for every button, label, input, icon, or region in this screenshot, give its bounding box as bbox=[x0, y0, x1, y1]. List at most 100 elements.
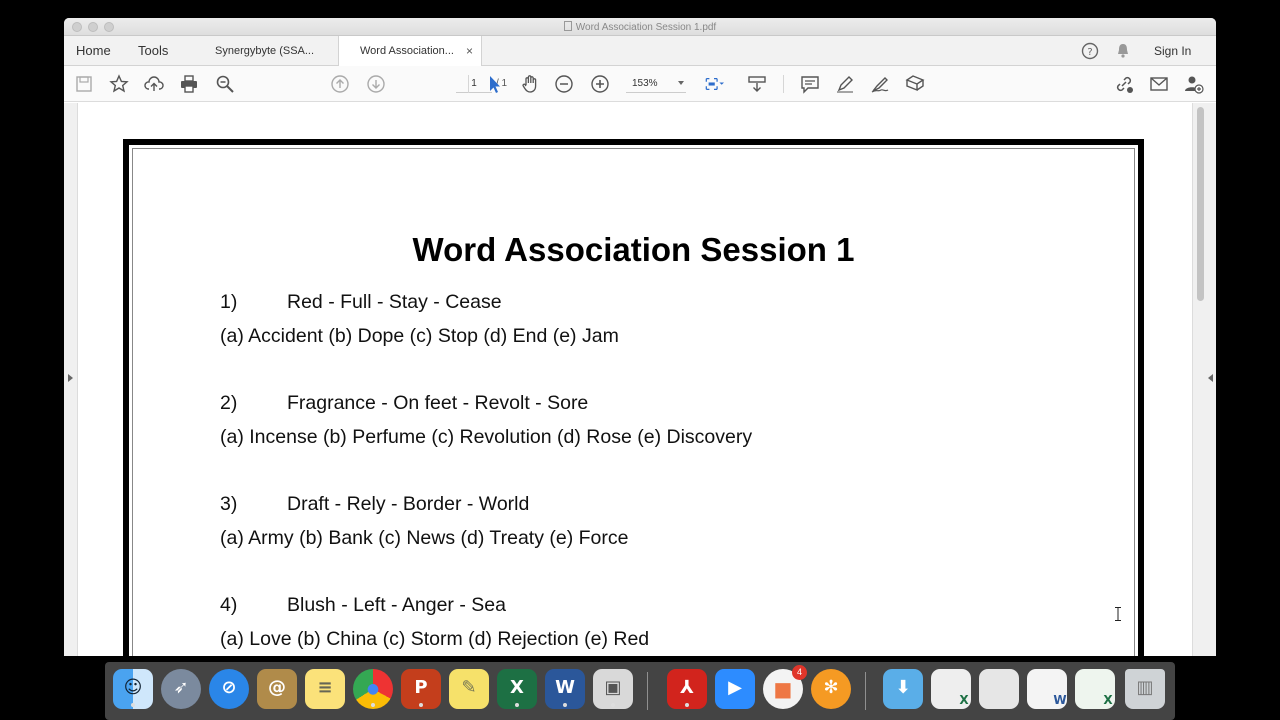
question-3-options: (a) Army (b) Bank (c) News (d) Treaty (e… bbox=[220, 527, 629, 549]
zoom-icon[interactable]: ▶ bbox=[715, 669, 755, 709]
word-doc-icon[interactable]: W bbox=[1027, 669, 1067, 709]
running-indicator bbox=[685, 703, 689, 707]
email-icon[interactable] bbox=[1149, 74, 1169, 94]
add-user-icon[interactable] bbox=[1184, 74, 1204, 94]
running-indicator bbox=[419, 703, 423, 707]
page-down-icon[interactable] bbox=[366, 74, 386, 94]
share-link-icon[interactable] bbox=[1114, 74, 1134, 94]
chevron-down-icon bbox=[678, 81, 684, 85]
page-area[interactable]: Word Association Session 1 1) Red - Full … bbox=[78, 103, 1192, 656]
scroll-mode-icon[interactable] bbox=[747, 74, 767, 94]
question-3-words: 3) Draft - Rely - Border - World bbox=[220, 493, 529, 516]
tab-document-synergybyte[interactable]: Synergybyte (SSA... bbox=[206, 36, 338, 66]
save-icon[interactable] bbox=[74, 74, 94, 94]
pdf-file-icon bbox=[563, 21, 572, 31]
question-4-words: 4) Blush - Left - Anger - Sea bbox=[220, 594, 506, 617]
safari-icon[interactable]: ⊘ bbox=[209, 669, 249, 709]
preview-icon[interactable]: ▣ bbox=[593, 669, 633, 709]
photos-flower-icon[interactable]: ✻ bbox=[811, 669, 851, 709]
question-words: Draft - Rely - Border - World bbox=[287, 493, 530, 515]
zoom-level-select[interactable]: 153% bbox=[626, 75, 686, 93]
acrobat-icon[interactable]: ⅄ bbox=[667, 669, 707, 709]
word-icon[interactable]: W bbox=[545, 669, 585, 709]
question-4-options: (a) Love (b) China (c) Storm (d) Rejecti… bbox=[220, 628, 650, 650]
finder-icon[interactable]: ☺ bbox=[113, 669, 153, 709]
dock: ☺ ➶ ⊘ @ ≡ ● P ✎ X W ▣ ⅄ ▶ ■ 4 ✻ ⬇ X W X ▥ bbox=[105, 662, 1175, 720]
question-1-options: (a) Accident (b) Dope (c) Stop (d) End (… bbox=[220, 325, 619, 347]
fit-page-icon[interactable] bbox=[704, 74, 730, 94]
title-bar: Word Association Session 1.pdf bbox=[64, 18, 1216, 36]
scrollbar-thumb[interactable] bbox=[1197, 107, 1204, 301]
text-cursor-icon bbox=[1115, 607, 1121, 621]
tab-document-word-association[interactable]: Word Association... × bbox=[338, 36, 482, 67]
zoom-level-value: 153% bbox=[632, 78, 658, 89]
tab-tools[interactable]: Tools bbox=[138, 43, 168, 58]
question-2-options: (a) Incense (b) Perfume (c) Revolution (… bbox=[220, 426, 753, 448]
window-title-text: Word Association Session 1.pdf bbox=[575, 22, 717, 33]
powerpoint-icon[interactable]: P bbox=[401, 669, 441, 709]
chrome-icon[interactable]: ● bbox=[353, 669, 393, 709]
dock-divider bbox=[647, 672, 648, 710]
running-indicator bbox=[515, 703, 519, 707]
bookmark-star-icon[interactable] bbox=[109, 74, 129, 94]
downloads-folder-icon[interactable]: ⬇ bbox=[883, 669, 923, 709]
toolbar-divider bbox=[783, 75, 784, 93]
dock-divider bbox=[865, 672, 866, 710]
sign-icon[interactable] bbox=[870, 74, 890, 94]
left-panel-toggle[interactable] bbox=[64, 103, 78, 656]
acrobat-window: Word Association Session 1.pdf Home Tool… bbox=[64, 18, 1216, 656]
notes-icon[interactable]: ≡ bbox=[305, 669, 345, 709]
pdf-page: Word Association Session 1 1) Red - Full … bbox=[123, 139, 1144, 656]
tab-close-button[interactable]: × bbox=[466, 44, 473, 58]
zoom-in-icon[interactable] bbox=[590, 74, 610, 94]
question-words: Red - Full - Stay - Cease bbox=[287, 291, 502, 313]
document-title: Word Association Session 1 bbox=[412, 231, 855, 268]
chevron-left-icon[interactable] bbox=[1208, 374, 1213, 382]
bell-icon[interactable] bbox=[1114, 42, 1132, 60]
tab-bar: Home Tools Synergybyte (SSA... Word Asso… bbox=[64, 36, 1216, 67]
question-2-words: 2) Fragrance - On feet - Revolt - Sore bbox=[220, 392, 588, 415]
microsoft-office-icon[interactable]: ■ 4 bbox=[763, 665, 807, 709]
page-up-icon[interactable] bbox=[330, 74, 350, 94]
question-number: 1) bbox=[220, 291, 238, 313]
question-number: 2) bbox=[220, 392, 238, 414]
running-indicator bbox=[611, 703, 615, 707]
toolbar-divider bbox=[468, 75, 469, 93]
sign-in-link[interactable]: Sign In bbox=[1154, 44, 1191, 58]
running-indicator bbox=[563, 703, 567, 707]
tab-document-label: Word Association... bbox=[360, 45, 454, 57]
excel-doc-icon[interactable]: X bbox=[931, 669, 971, 709]
search-zoom-icon[interactable] bbox=[215, 74, 235, 94]
question-number: 3) bbox=[220, 493, 238, 515]
chevron-right-icon bbox=[68, 374, 73, 382]
question-words: Blush - Left - Anger - Sea bbox=[287, 594, 506, 616]
document-viewer[interactable]: Word Association Session 1 1) Red - Full … bbox=[64, 103, 1216, 656]
zoom-out-icon[interactable] bbox=[554, 74, 574, 94]
question-circle-icon[interactable]: ? bbox=[1081, 42, 1099, 60]
vertical-scrollbar[interactable] bbox=[1192, 103, 1216, 656]
stickies-icon[interactable]: ✎ bbox=[449, 669, 489, 709]
question-number: 4) bbox=[220, 594, 238, 616]
hand-icon[interactable] bbox=[520, 74, 540, 94]
trash-icon[interactable]: ▥ bbox=[1125, 669, 1165, 709]
highlight-icon[interactable] bbox=[835, 74, 855, 94]
toolbar: / 1 153% bbox=[64, 66, 1216, 102]
question-words: Fragrance - On feet - Revolt - Sore bbox=[287, 392, 589, 414]
comment-icon[interactable] bbox=[800, 74, 820, 94]
fill-sign-icon[interactable] bbox=[905, 74, 925, 94]
contacts-icon[interactable]: @ bbox=[257, 669, 297, 709]
running-indicator bbox=[371, 703, 375, 707]
question-1-words: 1) Red - Full - Stay - Cease bbox=[220, 291, 502, 314]
running-indicator bbox=[131, 703, 135, 707]
svg-text:?: ? bbox=[1087, 47, 1092, 58]
excel-doc2-icon[interactable]: X bbox=[1075, 669, 1115, 709]
upload-cloud-icon[interactable] bbox=[144, 74, 164, 94]
doc-preview-icon[interactable] bbox=[979, 669, 1019, 709]
window-title: Word Association Session 1.pdf bbox=[64, 21, 1216, 33]
notification-badge: 4 bbox=[792, 665, 807, 680]
print-icon[interactable] bbox=[179, 74, 199, 94]
select-arrow-icon[interactable] bbox=[484, 74, 504, 94]
tab-home[interactable]: Home bbox=[76, 43, 111, 58]
launchpad-icon[interactable]: ➶ bbox=[161, 669, 201, 709]
excel-icon[interactable]: X bbox=[497, 669, 537, 709]
